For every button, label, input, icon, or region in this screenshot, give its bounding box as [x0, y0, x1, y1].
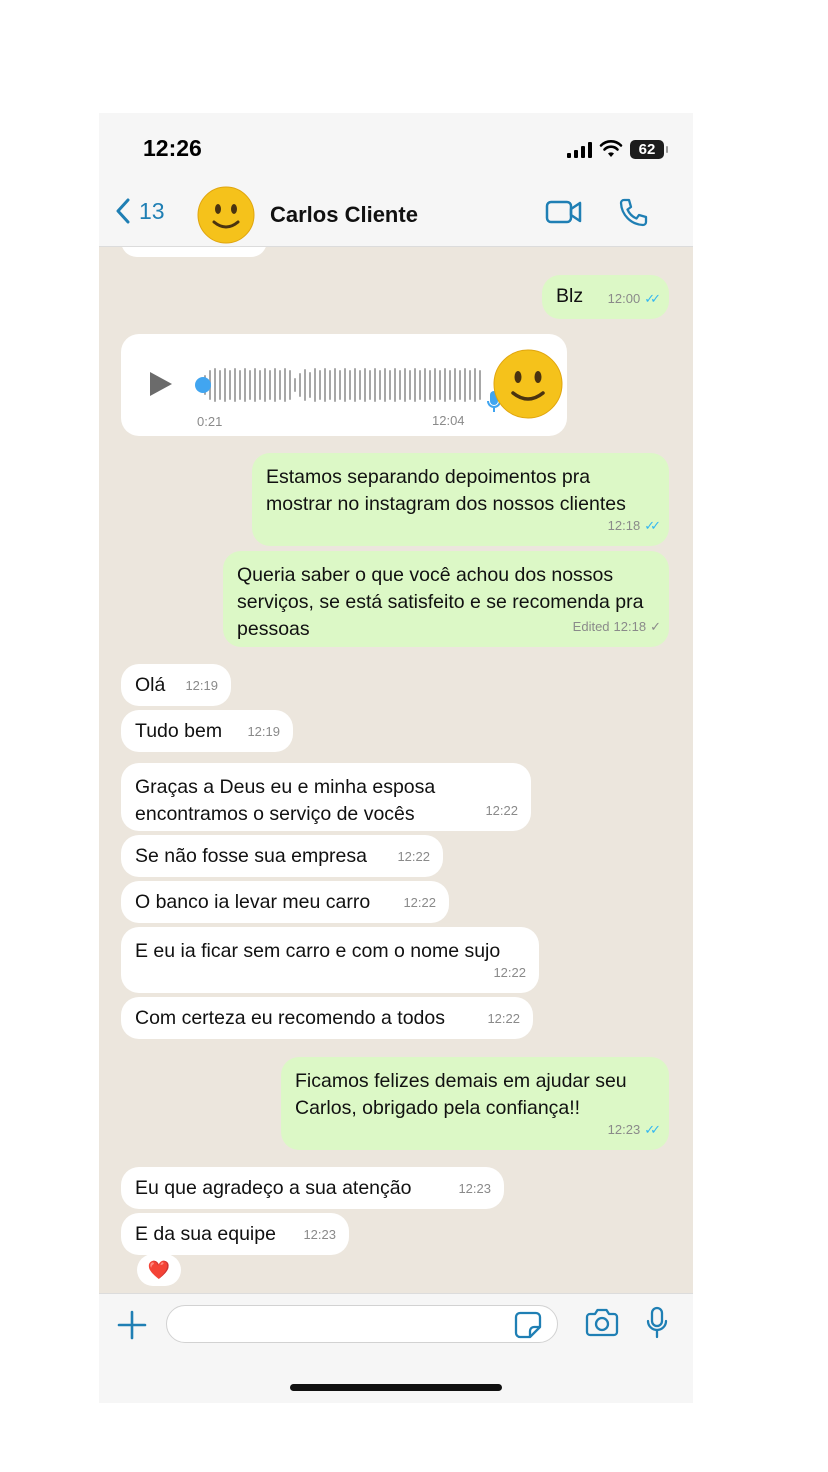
message-text: E da sua equipe: [135, 1223, 276, 1245]
message-meta: 12:18 ✓✓: [608, 512, 661, 539]
message-bubble[interactable]: E eu ia ficar sem carro e com o nome suj…: [121, 927, 539, 993]
sticker-icon[interactable]: [514, 1311, 542, 1339]
play-icon[interactable]: [150, 372, 172, 396]
message-bubble[interactable]: Estamos separando depoimentos pra mostra…: [252, 453, 669, 546]
message-meta: 12:23: [303, 1227, 336, 1242]
message-text: Estamos separando depoimentos pra mostra…: [266, 466, 626, 515]
message-meta: 12:19: [247, 724, 280, 739]
audio-waveform[interactable]: [204, 367, 481, 403]
status-time: 12:26: [143, 135, 202, 161]
message-bubble[interactable]: Queria saber o que você achou dos nossos…: [223, 551, 669, 647]
message-meta: 12:23 ✓✓: [608, 1116, 661, 1143]
message-bubble[interactable]: Se não fosse sua empresa 12:22: [121, 835, 443, 877]
message-bubble[interactable]: Olá 12:19: [121, 664, 231, 706]
voice-duration: 0:21: [197, 414, 223, 429]
message-bubble[interactable]: E da sua equipe 12:23: [121, 1213, 349, 1255]
message-text: Tudo bem: [135, 720, 223, 742]
message-meta: 12:23: [458, 1181, 491, 1196]
wifi-icon: [599, 140, 623, 157]
contact-name[interactable]: Carlos Cliente: [270, 202, 418, 228]
message-bubble[interactable]: Tudo bem 12:19: [121, 710, 293, 752]
message-text: O banco ia levar meu carro: [135, 891, 371, 913]
message-meta: 12:22: [397, 849, 430, 864]
back-button[interactable]: 13: [115, 197, 165, 225]
message-meta: Edited 12:18 ✓: [572, 613, 661, 640]
message-meta: 12:22: [487, 1011, 520, 1026]
message-bubble[interactable]: Ficamos felizes demais em ajudar seu Car…: [281, 1057, 669, 1150]
message-meta: 12:22: [403, 895, 436, 910]
read-receipt-icon: ✓✓: [644, 1122, 661, 1137]
message-bubble[interactable]: Com certeza eu recomendo a todos 12:22: [121, 997, 533, 1039]
phone-screen: 12:26 62 13 Carlos Cliente Blz 12:00 ✓✓ …: [99, 113, 693, 1403]
chat-header: 13 Carlos Cliente: [99, 183, 693, 247]
input-bar: [99, 1293, 693, 1403]
message-text: Eu que agradeço a sua atenção: [135, 1177, 412, 1199]
message-bubble[interactable]: Blz 12:00 ✓✓: [542, 275, 669, 319]
message-meta: 12:19: [185, 678, 218, 693]
voice-timestamp: 12:04: [432, 413, 465, 428]
message-meta: 12:22: [485, 803, 518, 818]
message-input[interactable]: [166, 1305, 558, 1343]
message-bubble[interactable]: Graças a Deus eu e minha esposa encontra…: [121, 763, 531, 831]
message-meta: 12:22: [493, 965, 526, 980]
message-meta: 12:00 ✓✓: [608, 285, 661, 312]
message-text: Olá: [135, 674, 166, 696]
home-indicator[interactable]: [290, 1384, 502, 1391]
camera-icon[interactable]: [584, 1308, 620, 1338]
sent-receipt-icon: ✓: [650, 619, 661, 634]
message-text: Graças a Deus eu e minha esposa encontra…: [135, 776, 436, 825]
sender-avatar: [493, 349, 563, 419]
chat-area[interactable]: Blz 12:00 ✓✓ 0:21 12:04 Estamos separand…: [99, 247, 693, 1293]
message-bubble[interactable]: Eu que agradeço a sua atenção 12:23: [121, 1167, 504, 1209]
plus-icon[interactable]: [117, 1310, 147, 1340]
unread-count: 13: [139, 197, 165, 224]
cellular-signal-icon: [567, 142, 592, 158]
message-text: Com certeza eu recomendo a todos: [135, 1007, 446, 1029]
phone-icon[interactable]: [617, 197, 649, 229]
message-text: Se não fosse sua empresa: [135, 845, 367, 867]
heart-reaction-icon[interactable]: ❤️: [137, 1254, 181, 1286]
message-bubble-partial[interactable]: [121, 247, 267, 257]
message-text: Blz: [556, 285, 584, 307]
voice-message[interactable]: 0:21 12:04: [121, 334, 567, 436]
message-text: E eu ia ficar sem carro e com o nome suj…: [135, 940, 501, 962]
status-bar: 12:26 62: [99, 113, 693, 183]
chevron-left-icon: [116, 198, 130, 224]
message-text: Ficamos felizes demais em ajudar seu Car…: [295, 1070, 627, 1119]
battery-indicator: 62: [630, 140, 668, 159]
microphone-icon[interactable]: [645, 1306, 669, 1340]
contact-avatar[interactable]: [197, 186, 255, 244]
edited-label: Edited: [572, 619, 610, 634]
read-receipt-icon: ✓✓: [644, 291, 661, 306]
message-bubble[interactable]: O banco ia levar meu carro 12:22: [121, 881, 449, 923]
read-receipt-icon: ✓✓: [644, 518, 661, 533]
video-call-icon[interactable]: [545, 197, 583, 227]
playback-position-handle[interactable]: [195, 377, 211, 393]
